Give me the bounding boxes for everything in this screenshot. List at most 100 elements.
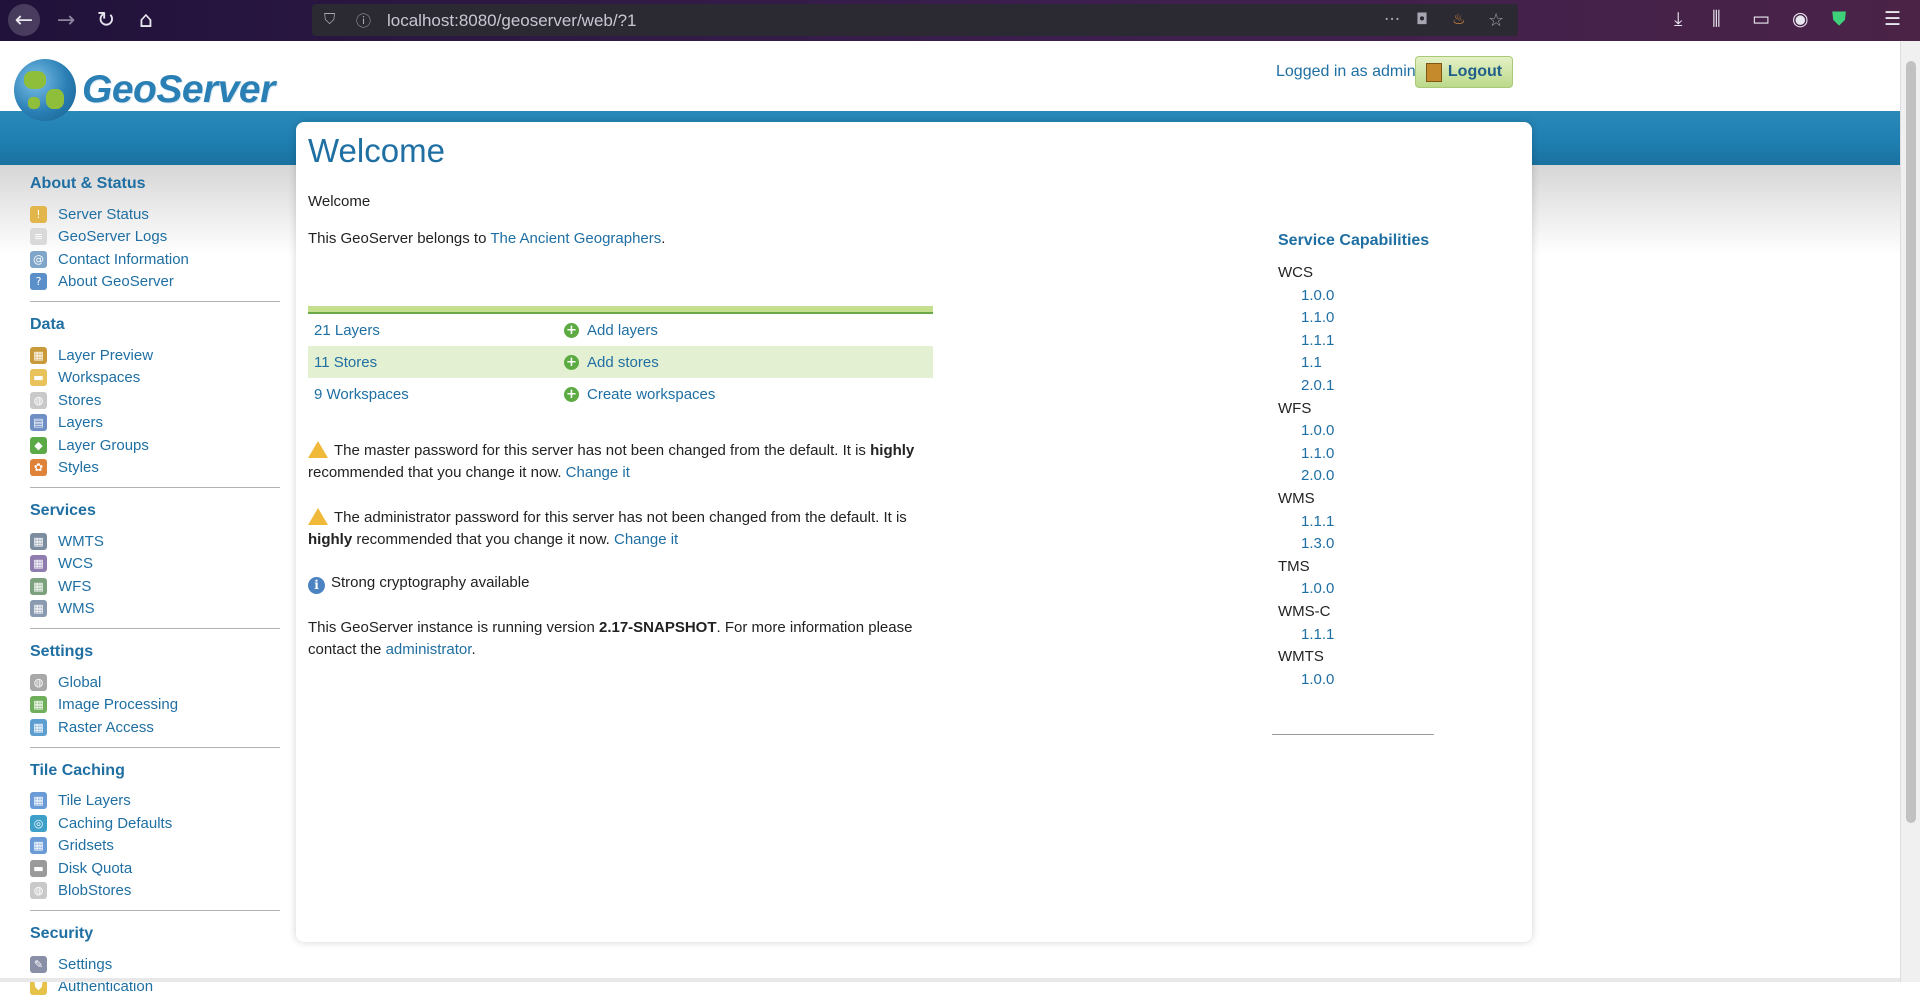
sidebar-item[interactable]: ◆ Layer Groups (30, 434, 280, 457)
sidebar-item[interactable]: ! Server Status (30, 203, 280, 226)
warning-text: recommended that you change it now. (308, 464, 566, 481)
capability-version-link[interactable]: 1.0.0 (1278, 669, 1448, 692)
capability-version-link[interactable]: 1.1.0 (1278, 443, 1448, 466)
menu-icon[interactable]: ☰ (1884, 8, 1901, 30)
sidebar-item-label[interactable]: Contact Information (58, 251, 189, 268)
geoserver-logo[interactable]: GeoServer (14, 59, 275, 121)
sidebar-item[interactable]: ▦ WMS (30, 598, 280, 621)
sidebar-item-label[interactable]: About GeoServer (58, 273, 174, 290)
capability-version-link[interactable]: 1.1.1 (1278, 330, 1448, 353)
library-icon[interactable]: ⫼ (1712, 8, 1721, 30)
capability-version-link[interactable]: 1.1.1 (1278, 511, 1448, 534)
sidebar-item[interactable]: ✎ Settings (30, 953, 280, 976)
sidebar-item-label[interactable]: Raster Access (58, 719, 154, 736)
sidebar-item-label[interactable]: Workspaces (58, 369, 140, 386)
capability-version-link[interactable]: 2.0.0 (1278, 465, 1448, 488)
sidebar-item-label[interactable]: WCS (58, 555, 93, 572)
tracking-shield-icon[interactable]: ⛉ (324, 10, 335, 28)
sidebar-item[interactable]: ◍ Stores (30, 389, 280, 412)
sidebar-item-label[interactable]: Layer Preview (58, 347, 153, 364)
sidebar-item-label[interactable]: WFS (58, 578, 91, 595)
account-icon[interactable]: ◉ (1792, 8, 1809, 30)
add-layers-link[interactable]: Add layers (587, 322, 658, 339)
scrollbar-thumb[interactable] (1906, 61, 1916, 823)
capability-version-link[interactable]: 1.0.0 (1278, 578, 1448, 601)
pocket-icon[interactable]: ◘ (1416, 10, 1428, 28)
back-arrow-icon[interactable]: ← (8, 4, 40, 36)
sidebar-item[interactable]: ▦ Tile Layers (30, 790, 280, 813)
capability-version-link[interactable]: 1.1 (1278, 352, 1448, 375)
capability-version-link[interactable]: 1.0.0 (1278, 285, 1448, 308)
sidebar-item-icon: ▬ (30, 369, 47, 387)
sidebar-item[interactable]: ▤ Layers (30, 412, 280, 435)
sidebar-item-label[interactable]: Gridsets (58, 837, 114, 854)
add-icon: + (564, 354, 579, 370)
sidebar-item-label[interactable]: WMTS (58, 533, 104, 550)
sidebar-item[interactable]: ▬ Disk Quota (30, 857, 280, 880)
extension-shield-icon[interactable]: ⛊ (1832, 8, 1846, 30)
sidebar-item-label[interactable]: Caching Defaults (58, 815, 172, 832)
sidebar-section: Data ▦ Layer Preview ▬ Workspaces ◍ Stores ▤ Lay… (30, 316, 280, 488)
sidebar-item[interactable]: ◍ Global (30, 671, 280, 694)
sidebar-item-label[interactable]: Styles (58, 459, 99, 476)
owner-link[interactable]: The Ancient Geographers (490, 230, 661, 247)
address-bar[interactable]: ⛉ ⓘ localhost:8080/geoserver/web/?1 ··· … (312, 4, 1518, 36)
sidebar-item[interactable]: ▦ Gridsets (30, 835, 280, 858)
sidebar-item[interactable]: ✿ Styles (30, 457, 280, 480)
stores-count-link[interactable]: 11 Stores (308, 354, 564, 371)
owner-line: This GeoServer belongs to The Ancient Ge… (308, 230, 665, 247)
sidebar-item-label[interactable]: GeoServer Logs (58, 228, 167, 245)
sidebar-item-label[interactable]: Global (58, 674, 101, 691)
sidebar-item[interactable]: ▦ WMTS (30, 530, 280, 553)
sidebar-section-title: About & Status (30, 175, 146, 192)
add-stores-link[interactable]: Add stores (587, 354, 659, 371)
workspaces-count-link[interactable]: 9 Workspaces (308, 386, 564, 403)
sidebar-item-label[interactable]: Layers (58, 414, 103, 431)
sidebar-item-label[interactable]: Tile Layers (58, 792, 131, 809)
sidebar-item[interactable]: ▦ Raster Access (30, 716, 280, 739)
url-text[interactable]: localhost:8080/geoserver/web/?1 (387, 11, 637, 31)
sidebar-item[interactable]: ≡ GeoServer Logs (30, 226, 280, 249)
capability-version-link[interactable]: 2.0.1 (1278, 375, 1448, 398)
forward-arrow-icon[interactable]: → (50, 4, 82, 36)
capability-version-link[interactable]: 1.1.0 (1278, 307, 1448, 330)
downloads-icon[interactable]: ⤓ (1674, 8, 1682, 30)
capability-version-link[interactable]: 1.0.0 (1278, 420, 1448, 443)
warning-icon (308, 441, 328, 458)
horizontal-scrollbar[interactable] (0, 978, 1900, 982)
sidebar-item[interactable]: ▦ WFS (30, 575, 280, 598)
sidebar-item[interactable]: ▦ WCS (30, 553, 280, 576)
sidebar-item-label[interactable]: Image Processing (58, 696, 178, 713)
change-admin-password-link[interactable]: Change it (614, 531, 678, 548)
sidebar-item[interactable]: ? About GeoServer (30, 271, 280, 294)
sidebar-item-label[interactable]: Stores (58, 392, 101, 409)
vertical-scrollbar[interactable] (1900, 41, 1920, 982)
sidebar-item[interactable]: ▦ Image Processing (30, 694, 280, 717)
sidebar-item-label[interactable]: BlobStores (58, 882, 131, 899)
change-master-password-link[interactable]: Change it (566, 464, 630, 481)
page-actions-icon[interactable]: ··· (1384, 10, 1400, 30)
reload-icon[interactable]: ↻ (90, 4, 122, 36)
sidebar-item[interactable]: ▦ Layer Preview (30, 344, 280, 367)
java-icon[interactable]: ♨ (1452, 10, 1465, 28)
sidebar-toggle-icon[interactable]: ▭ (1752, 8, 1770, 30)
create-workspaces-link[interactable]: Create workspaces (587, 386, 715, 403)
home-icon[interactable]: ⌂ (130, 4, 162, 36)
sidebar-item-label[interactable]: Server Status (58, 206, 149, 223)
logout-button[interactable]: Logout (1415, 56, 1513, 88)
sidebar-item-label[interactable]: Settings (58, 956, 112, 973)
sidebar-item[interactable]: @ Contact Information (30, 248, 280, 271)
site-info-icon[interactable]: ⓘ (356, 10, 371, 31)
sidebar-item[interactable]: ◍ BlobStores (30, 880, 280, 903)
bookmark-star-icon[interactable]: ☆ (1488, 10, 1504, 31)
capability-version-link[interactable]: 1.1.1 (1278, 624, 1448, 647)
administrator-link[interactable]: administrator (386, 641, 472, 658)
sidebar-item[interactable]: ◎ Caching Defaults (30, 812, 280, 835)
sidebar-item-label[interactable]: Layer Groups (58, 437, 149, 454)
capability-version-link[interactable]: 1.3.0 (1278, 533, 1448, 556)
sidebar-item-label[interactable]: Disk Quota (58, 860, 132, 877)
sidebar-item-icon: ▦ (30, 792, 47, 810)
sidebar-item-label[interactable]: WMS (58, 600, 95, 617)
sidebar-item[interactable]: ▬ Workspaces (30, 367, 280, 390)
layers-count-link[interactable]: 21 Layers (308, 322, 564, 339)
